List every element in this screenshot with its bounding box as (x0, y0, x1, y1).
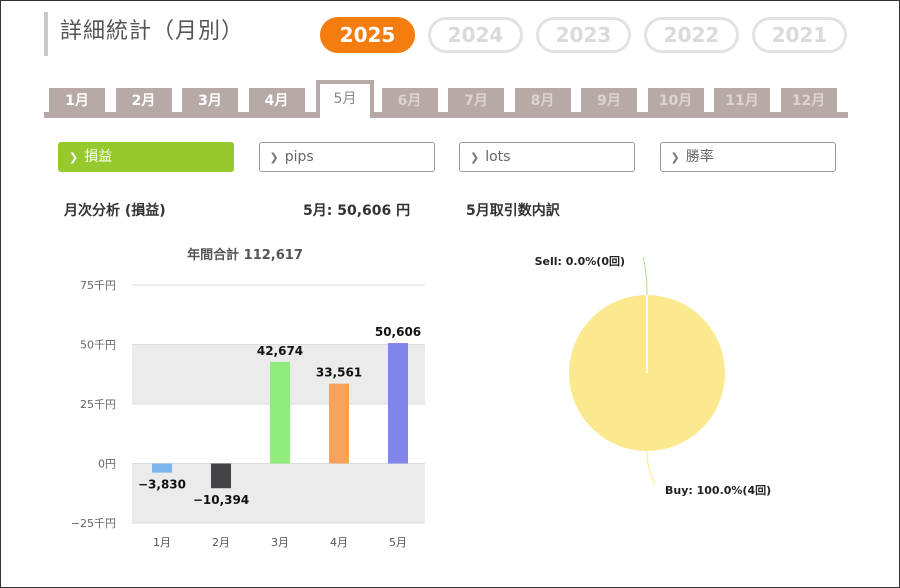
y-tick-label: 50千円 (80, 339, 116, 352)
data-label-3: 42,674 (257, 344, 303, 358)
chevron-right-icon: ❯ (269, 151, 279, 164)
chevron-right-icon: ❯ (670, 151, 680, 164)
year-button-2024[interactable]: 2024 (428, 17, 523, 53)
x-tick-label: 2月 (212, 536, 230, 549)
bar-5 (388, 343, 408, 464)
month-tab-5[interactable]: 5月 (316, 80, 374, 118)
page-title: 詳細統計（月別） (44, 12, 244, 56)
month-tab-3[interactable]: 3月 (182, 88, 238, 114)
month-tab-12[interactable]: 12月 (780, 88, 837, 114)
metric-button-4[interactable]: ❯ 勝率 (659, 142, 836, 172)
y-tick-label: 0円 (98, 458, 116, 471)
month-tab-1[interactable]: 1月 (49, 88, 105, 114)
metric-button-2[interactable]: ❯ pips (258, 142, 435, 172)
bar-3 (270, 361, 290, 464)
metric-button-1[interactable]: ❯ 損益 (58, 142, 234, 172)
y-tick-label: 25千円 (80, 398, 116, 411)
bar-1 (152, 463, 172, 473)
y-tick-label: −25千円 (71, 517, 116, 530)
metric-button-3[interactable]: ❯ lots (459, 142, 635, 172)
buy-label-connector (646, 450, 656, 486)
metric-label: pips (284, 149, 314, 165)
section-title: 月次分析 (損益) (64, 203, 166, 219)
year-button-2022[interactable]: 2022 (644, 17, 739, 53)
x-tick-label: 3月 (271, 536, 289, 549)
monthly-pl-bar-chart: 75千円 50千円 25千円 0円 −25千円 年間合計 112,617 −3,830 1月 −… (71, 247, 425, 549)
bar-2 (211, 463, 231, 489)
x-tick-label: 1月 (153, 536, 171, 549)
month-tab-2[interactable]: 2月 (115, 88, 172, 114)
metric-label: lots (485, 149, 511, 165)
data-label-2: −10,394 (193, 493, 249, 507)
month-tab-7[interactable]: 7月 (448, 88, 504, 114)
x-tick-label: 5月 (389, 536, 407, 549)
month-tab-8[interactable]: 8月 (514, 88, 571, 114)
breakdown-title: 5月取引数内訳 (466, 203, 560, 219)
metric-label: 勝率 (685, 149, 714, 165)
trade-breakdown-pie-chart: Sell: 0.0%(0回) Buy: 100.0%(4回) (535, 254, 772, 497)
bar-4 (329, 383, 349, 464)
month-tab-9[interactable]: 9月 (581, 88, 637, 114)
year-button-2021[interactable]: 2021 (752, 17, 847, 53)
chevron-right-icon: ❯ (69, 151, 79, 164)
sell-label-connector (642, 256, 648, 296)
month-tab-10[interactable]: 10月 (647, 88, 704, 114)
year-button-2025[interactable]: 2025 (320, 17, 415, 53)
sell-label: Sell: 0.0%(0回) (535, 254, 625, 268)
y-tick-label: 75千円 (80, 279, 116, 292)
month-tab-4[interactable]: 4月 (248, 88, 305, 114)
month-tab-6[interactable]: 6月 (381, 88, 438, 114)
data-label-4: 33,561 (316, 366, 362, 380)
data-label-1: −3,830 (138, 478, 186, 492)
chevron-right-icon: ❯ (470, 151, 480, 164)
month-tab-11[interactable]: 11月 (714, 88, 770, 114)
data-label-5: 50,606 (375, 325, 421, 339)
metric-label: 損益 (84, 149, 113, 165)
grid-band (132, 463, 425, 523)
buy-label: Buy: 100.0%(4回) (665, 483, 771, 497)
month-result: 5月: 50,606 円 (303, 203, 411, 219)
x-tick-label: 4月 (330, 536, 348, 549)
chart-title: 年間合計 112,617 (187, 247, 303, 263)
year-button-2023[interactable]: 2023 (536, 17, 631, 53)
